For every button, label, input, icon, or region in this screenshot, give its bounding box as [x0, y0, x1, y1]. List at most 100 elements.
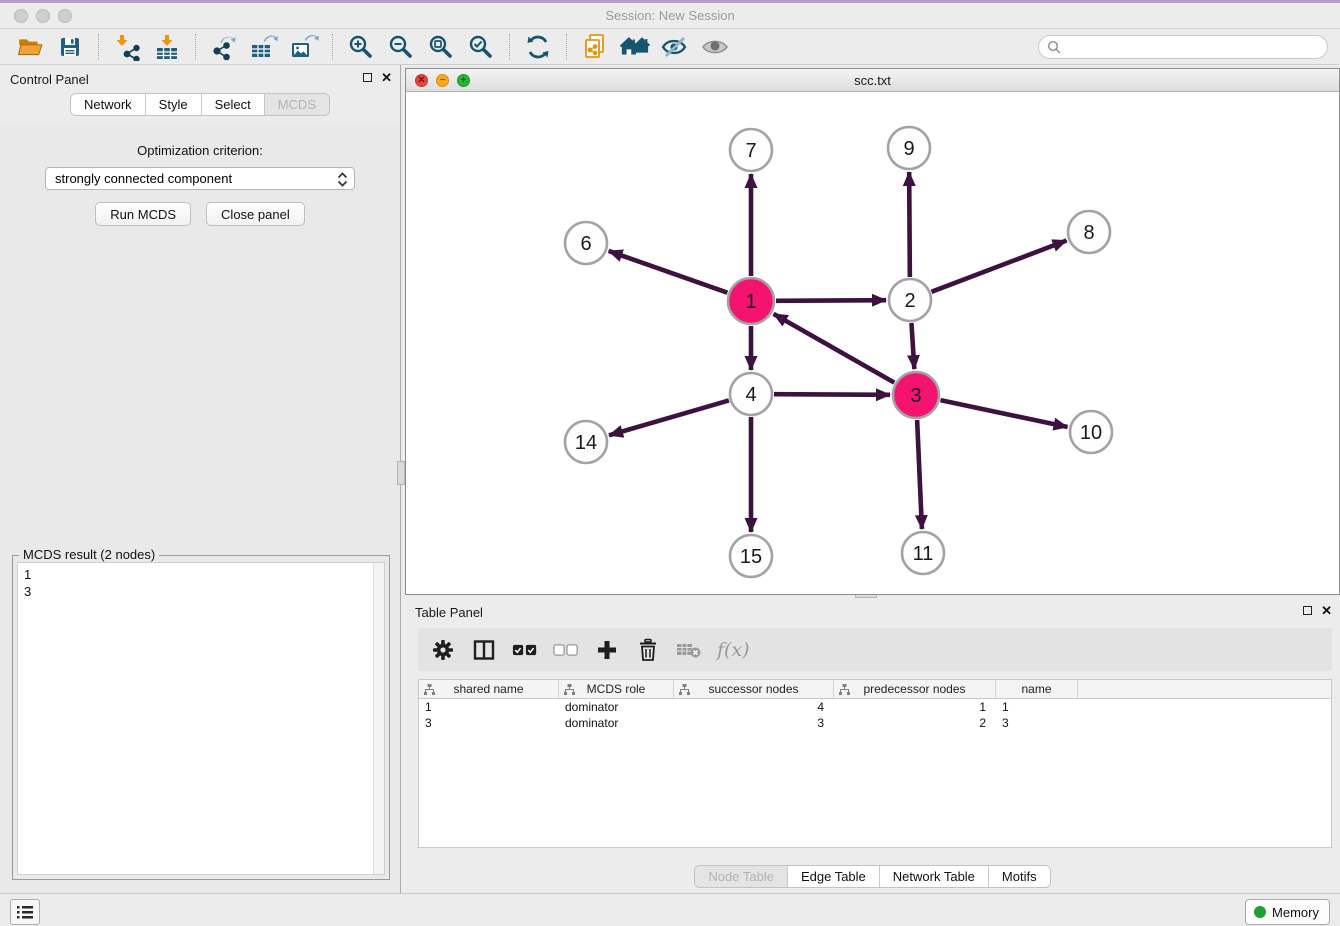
- close-panel-icon[interactable]: ✕: [381, 72, 392, 83]
- import-network-icon[interactable]: [112, 32, 142, 62]
- column-header-successor-nodes[interactable]: successor nodes: [674, 680, 834, 698]
- control-panel-tabs: NetworkStyleSelectMCDS: [0, 93, 400, 123]
- export-table-icon[interactable]: [249, 32, 279, 62]
- table-cell[interactable]: 4: [674, 699, 834, 715]
- table-cell[interactable]: dominator: [559, 715, 674, 731]
- network-file-icon[interactable]: [580, 32, 610, 62]
- task-history-button[interactable]: [10, 899, 40, 925]
- dropdown-stepper-icon: [337, 171, 348, 188]
- table-cell[interactable]: 1: [996, 699, 1078, 715]
- show-eye-icon[interactable]: [700, 32, 730, 62]
- titlebar: Session: New Session: [0, 3, 1340, 29]
- table-panel-title: Table Panel: [415, 605, 483, 620]
- table-cell[interactable]: 1: [834, 699, 996, 715]
- float-panel-icon[interactable]: [363, 73, 372, 82]
- edge-3-11[interactable]: [917, 420, 922, 529]
- node-label-9: 9: [903, 138, 914, 160]
- network-window-titlebar[interactable]: ✕ − + scc.txt: [406, 69, 1339, 92]
- node-label-3: 3: [910, 385, 921, 407]
- search-icon: [1047, 40, 1061, 54]
- search-input[interactable]: [1065, 37, 1327, 57]
- memory-button[interactable]: Memory: [1245, 899, 1330, 925]
- edge-4-14[interactable]: [609, 400, 729, 435]
- add-column-icon[interactable]: [594, 637, 620, 663]
- network-window-title: scc.txt: [406, 73, 1339, 88]
- optimization-criterion-dropdown[interactable]: strongly connected component: [45, 167, 355, 190]
- home-network-icon[interactable]: [620, 32, 650, 62]
- edge-3-10[interactable]: [940, 400, 1067, 427]
- table-cell[interactable]: 3: [419, 715, 559, 731]
- tab-node-table[interactable]: Node Table: [695, 866, 787, 887]
- close-table-panel-icon[interactable]: ✕: [1321, 605, 1332, 616]
- mcds-result-area[interactable]: 1 3: [17, 562, 385, 875]
- tab-style[interactable]: Style: [145, 94, 201, 115]
- edge-2-3[interactable]: [911, 323, 914, 369]
- tab-edge-table[interactable]: Edge Table: [787, 866, 879, 887]
- edge-1-6[interactable]: [609, 251, 728, 293]
- close-panel-button[interactable]: Close panel: [206, 202, 305, 226]
- mcds-result-scrollbar[interactable]: [373, 563, 384, 874]
- edge-1-2[interactable]: [776, 300, 886, 301]
- table-cell[interactable]: dominator: [559, 699, 674, 715]
- run-mcds-button[interactable]: Run MCDS: [95, 202, 191, 226]
- column-header-MCDS-role[interactable]: MCDS role: [559, 680, 674, 698]
- window-title: Session: New Session: [0, 8, 1340, 23]
- tab-select[interactable]: Select: [201, 94, 264, 115]
- hide-eye-icon[interactable]: [660, 32, 690, 62]
- network-graph: 1234678910111415: [406, 92, 1339, 594]
- tab-network[interactable]: Network: [71, 94, 145, 115]
- network-canvas[interactable]: 1234678910111415: [406, 92, 1339, 594]
- control-panel-title: Control Panel: [10, 72, 89, 87]
- node-label-10: 10: [1080, 422, 1102, 444]
- node-label-11: 11: [913, 543, 934, 565]
- application-window: Session: New Session: [0, 0, 1340, 926]
- column-header-shared-name[interactable]: shared name: [419, 680, 559, 698]
- table-row[interactable]: 3dominator323: [419, 715, 1331, 731]
- table-cell[interactable]: 1: [419, 699, 559, 715]
- table-cell[interactable]: 2: [834, 715, 996, 731]
- zoom-out-icon[interactable]: [386, 32, 416, 62]
- gear-icon[interactable]: [430, 637, 456, 663]
- deselect-all-icon[interactable]: [553, 637, 579, 663]
- tab-motifs[interactable]: Motifs: [988, 866, 1050, 887]
- zoom-selected-icon[interactable]: [466, 32, 496, 62]
- edge-2-8[interactable]: [932, 241, 1067, 292]
- select-all-icon[interactable]: [512, 637, 538, 663]
- tab-mcds[interactable]: MCDS: [264, 94, 329, 115]
- zoom-in-icon[interactable]: [346, 32, 376, 62]
- import-table-icon[interactable]: [152, 32, 182, 62]
- function-builder-icon[interactable]: f(x): [717, 639, 750, 661]
- sort-tree-icon: [839, 684, 850, 695]
- table-row[interactable]: 1dominator411: [419, 699, 1331, 715]
- status-bar: Memory: [0, 893, 1340, 926]
- node-label-6: 6: [580, 233, 591, 255]
- edge-3-1[interactable]: [774, 314, 895, 383]
- node-table[interactable]: shared nameMCDS rolesuccessor nodesprede…: [418, 679, 1332, 848]
- column-header-predecessor-nodes[interactable]: predecessor nodes: [834, 680, 996, 698]
- refresh-layout-icon[interactable]: [523, 32, 553, 62]
- export-image-icon[interactable]: [289, 32, 319, 62]
- column-header-name[interactable]: name: [996, 680, 1078, 698]
- float-table-panel-icon[interactable]: [1303, 606, 1312, 615]
- vertical-splitter-grip[interactable]: [397, 461, 405, 485]
- zoom-fit-icon[interactable]: [426, 32, 456, 62]
- table-toolbar: f(x): [418, 628, 1332, 671]
- tab-network-table[interactable]: Network Table: [879, 866, 988, 887]
- optimization-criterion-label: Optimization criterion:: [0, 143, 400, 158]
- node-label-8: 8: [1083, 222, 1094, 244]
- column-view-icon[interactable]: [471, 637, 497, 663]
- edge-2-9[interactable]: [909, 172, 910, 277]
- table-cell[interactable]: 3: [674, 715, 834, 731]
- mcds-result-title: MCDS result (2 nodes): [19, 547, 159, 562]
- table-cell[interactable]: 3: [996, 715, 1078, 731]
- open-folder-icon[interactable]: [15, 32, 45, 62]
- delete-icon[interactable]: [635, 637, 661, 663]
- save-icon[interactable]: [55, 32, 85, 62]
- table-panel: Table Panel ✕: [405, 598, 1340, 893]
- export-network-icon[interactable]: [209, 32, 239, 62]
- edge-4-3[interactable]: [774, 394, 890, 395]
- delete-table-icon[interactable]: [676, 637, 702, 663]
- search-input-wrap: [1038, 35, 1328, 59]
- main-toolbar: [0, 30, 1340, 65]
- memory-status-icon: [1254, 906, 1266, 918]
